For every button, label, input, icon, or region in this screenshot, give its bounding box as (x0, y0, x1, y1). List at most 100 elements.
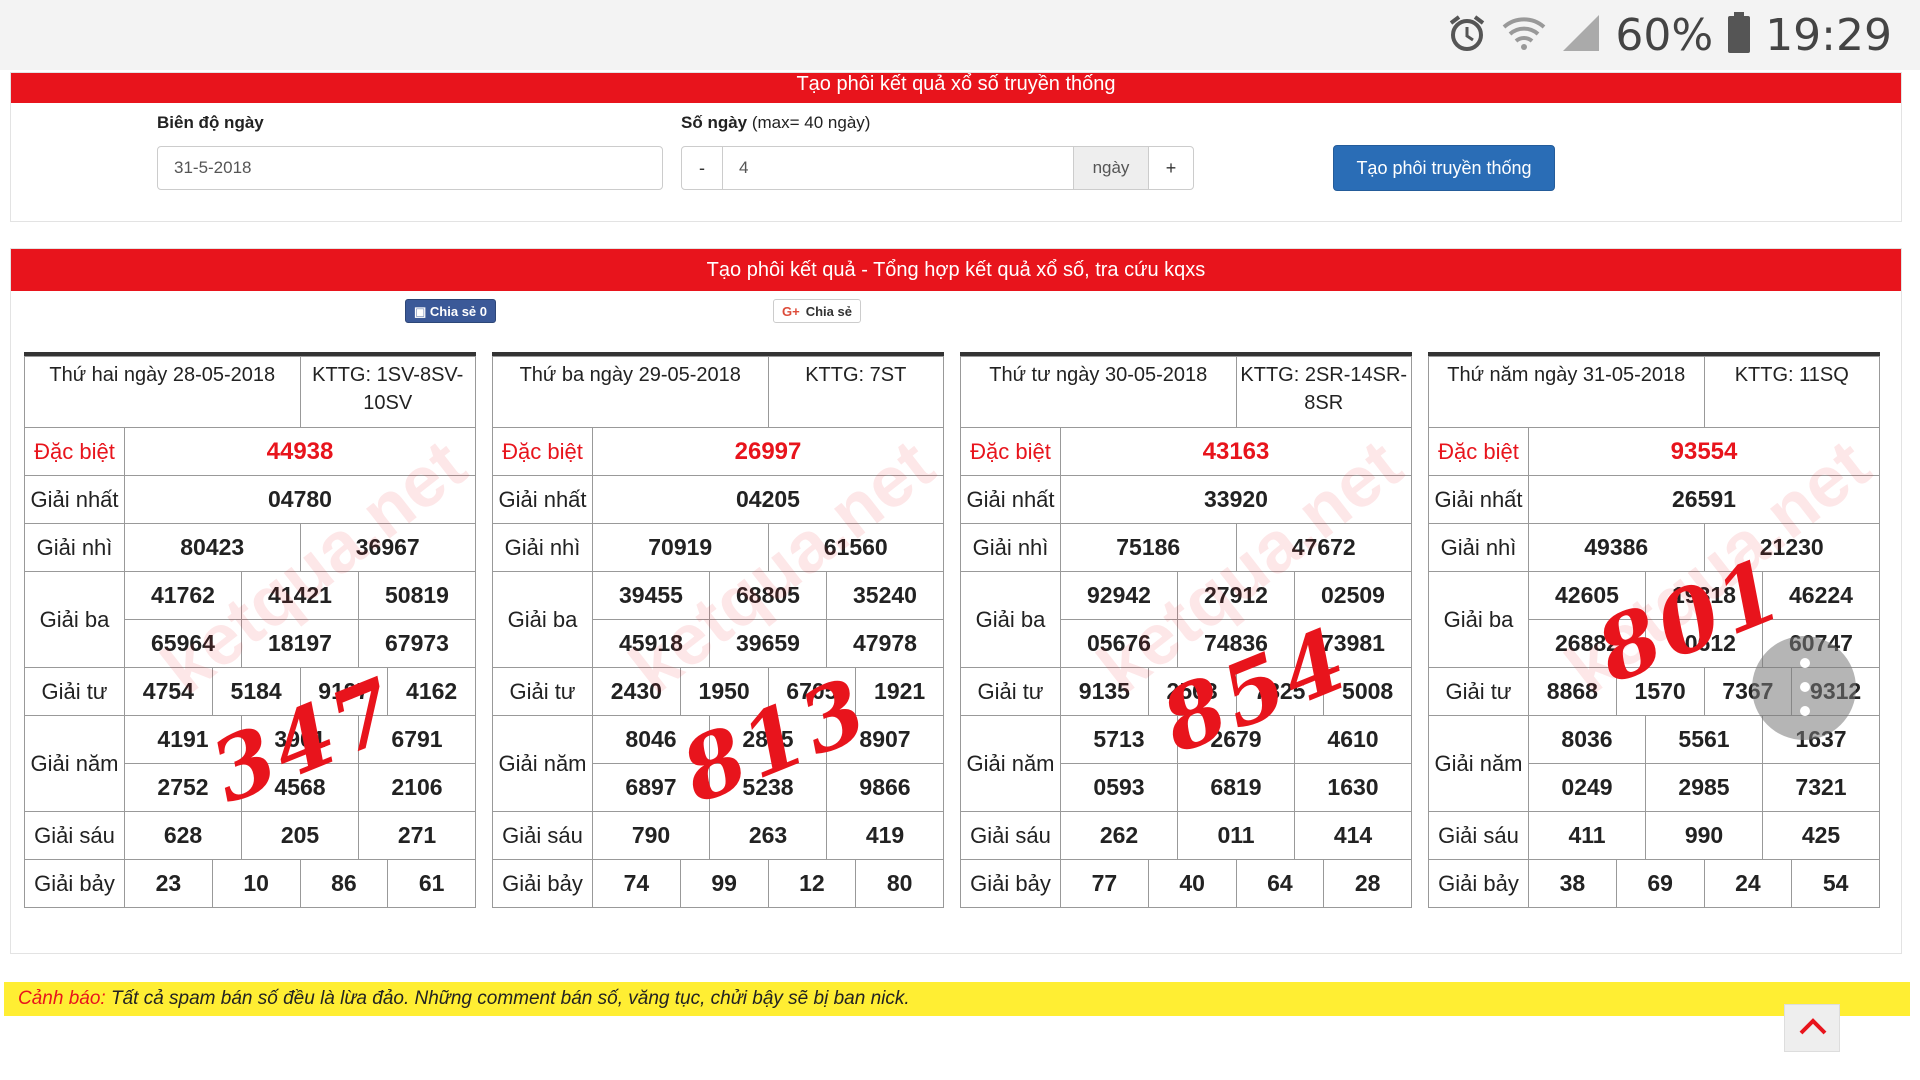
battery-icon (1727, 12, 1751, 59)
result-cell: 42605 (1528, 571, 1646, 620)
prize-label: Giải sáu (492, 811, 593, 860)
increment-button[interactable]: + (1148, 146, 1194, 190)
prize-label: Giải nhì (24, 523, 125, 572)
prize-label: Giải bảy (24, 859, 125, 908)
result-cell: 425 (1762, 811, 1880, 860)
clock: 19:29 (1765, 10, 1892, 61)
table-date: Thứ tư ngày 30-05-2018 (960, 356, 1237, 428)
result-cell: 10 (211, 859, 301, 908)
battery-percent: 60% (1615, 10, 1714, 61)
days-input[interactable]: 4 (722, 146, 1074, 190)
result-cell: 12 (767, 859, 857, 908)
special-prize: 93554 (1528, 427, 1880, 476)
warning-text: Tất cả spam bán số đều là lừa đảo. Những… (105, 988, 910, 1009)
prize-label: Giải nhì (492, 523, 593, 572)
result-cell: 50819 (358, 571, 476, 620)
prize-label: Giải năm (24, 715, 125, 812)
prize-label: Giải tư (960, 667, 1061, 716)
result-cell: 74836 (1177, 619, 1295, 668)
result-cell: 0593 (1060, 763, 1178, 812)
prize-label: Giải năm (492, 715, 593, 812)
prize-label: Giải năm (960, 715, 1061, 812)
prize-label: Giải ba (960, 571, 1061, 668)
signal-icon (1561, 13, 1601, 58)
prize-label: Giải sáu (24, 811, 125, 860)
result-cell: 86 (299, 859, 389, 908)
prize-label: Giải tư (24, 667, 125, 716)
date-range-label: Biên độ ngày (157, 113, 264, 132)
table-kttg: KTTG: 11SQ (1703, 356, 1880, 428)
result-cell: 4191 (124, 715, 242, 764)
result-cell: 6897 (592, 763, 710, 812)
result-cell: 41762 (124, 571, 242, 620)
prize-label: Giải ba (1428, 571, 1529, 668)
special-prize: 43163 (1060, 427, 1412, 476)
generator-title: Tạo phôi kết quả xổ số truyền thống (11, 73, 1901, 103)
result-cell: 6791 (358, 715, 476, 764)
prize-label: Giải nhì (1428, 523, 1529, 572)
result-cell: 8907 (826, 715, 944, 764)
floating-menu-button[interactable] (1752, 636, 1856, 740)
result-cell: 1921 (855, 667, 944, 716)
table-date: Thứ năm ngày 31-05-2018 (1428, 356, 1705, 428)
share-count: 0 (479, 304, 488, 319)
result-cell: 02509 (1294, 571, 1412, 620)
result-cell: 9866 (826, 763, 944, 812)
result-cell: 419 (826, 811, 944, 860)
result-cell: 6819 (1177, 763, 1295, 812)
result-table: Thứ tư ngày 30-05-2018 KTTG: 2SR-14SR-8SR… (960, 352, 1417, 908)
special-prize: 44938 (124, 427, 476, 476)
result-cell: 47978 (826, 619, 944, 668)
facebook-icon: ▣ (414, 304, 427, 319)
facebook-share-button[interactable]: ▣ Chia sẻ 0 (405, 299, 497, 323)
prize-label: Giải tư (492, 667, 593, 716)
result-cell: 61 (387, 859, 476, 908)
decrement-button[interactable]: - (681, 146, 723, 190)
result-cell: 54 (1791, 859, 1880, 908)
result-cell: 4162 (387, 667, 476, 716)
result-cell: 2885 (709, 715, 827, 764)
more-vert-icon (1800, 658, 1810, 668)
first-prize: 33920 (1060, 475, 1412, 524)
warning-label: Cảnh báo: (18, 988, 106, 1009)
result-cell: 5713 (1060, 715, 1178, 764)
prize-label: Giải nhất (960, 475, 1061, 524)
create-traditional-button[interactable]: Tạo phôi truyền thống (1333, 145, 1555, 191)
prize-label: Giải ba (24, 571, 125, 668)
prize-label: Đặc biệt (24, 427, 125, 476)
results-title: Tạo phôi kết quả - Tổng hợp kết quả xổ s… (11, 249, 1901, 291)
result-cell: 414 (1294, 811, 1412, 860)
google-plus-share-button[interactable]: G+ Chia sẻ (773, 299, 861, 323)
prize-label: Đặc biệt (1428, 427, 1529, 476)
table-kttg: KTTG: 7ST (767, 356, 944, 428)
result-cell: 80612 (1645, 619, 1763, 668)
wifi-icon (1501, 13, 1547, 58)
result-cell: 0249 (1528, 763, 1646, 812)
result-cell: 23 (124, 859, 213, 908)
scroll-to-top-button[interactable] (1784, 1004, 1840, 1052)
result-cell: 7825 (1235, 667, 1325, 716)
result-cell: 4568 (241, 763, 359, 812)
result-cell: 6705 (767, 667, 857, 716)
date-input[interactable]: 31-5-2018 (157, 146, 663, 190)
prize-label: Giải sáu (960, 811, 1061, 860)
result-cell: 990 (1645, 811, 1763, 860)
status-bar: 60% 19:29 (0, 0, 1920, 70)
result-cell: 36967 (299, 523, 476, 572)
result-cell: 2752 (124, 763, 242, 812)
result-cell: 27912 (1177, 571, 1295, 620)
result-cell: 3901 (241, 715, 359, 764)
result-cell: 40 (1147, 859, 1237, 908)
prize-label: Đặc biệt (492, 427, 593, 476)
result-cell: 790 (592, 811, 710, 860)
result-cell: 5184 (211, 667, 301, 716)
first-prize: 26591 (1528, 475, 1880, 524)
prize-label: Giải sáu (1428, 811, 1529, 860)
result-cell: 628 (124, 811, 242, 860)
chevron-up-icon (1799, 1018, 1827, 1035)
result-cell: 18197 (241, 619, 359, 668)
result-cell: 70919 (592, 523, 769, 572)
result-cell: 7321 (1762, 763, 1880, 812)
result-cell: 4610 (1294, 715, 1412, 764)
result-cell: 411 (1528, 811, 1646, 860)
